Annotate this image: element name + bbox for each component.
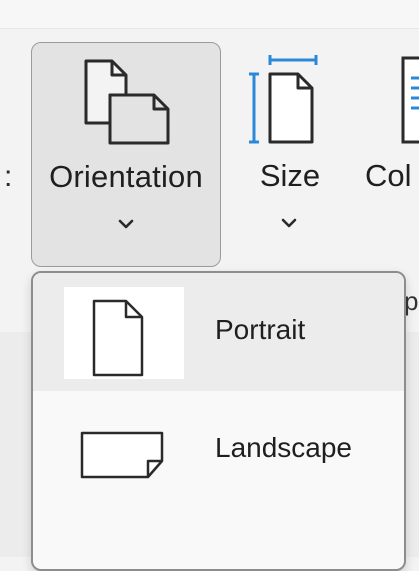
- window-top-strip: [0, 0, 419, 29]
- chevron-down-icon: [276, 210, 302, 236]
- orientation-button[interactable]: Orientation: [31, 42, 221, 267]
- menu-item-label: Landscape: [215, 432, 353, 463]
- columns-label: Col: [365, 158, 412, 193]
- menu-item-landscape[interactable]: Landscape: [33, 391, 404, 509]
- columns-icon: [401, 56, 419, 146]
- orientation-icon: [82, 55, 174, 147]
- chevron-down-icon: [113, 211, 139, 237]
- ribbon-group-label-cut: p: [404, 286, 419, 316]
- portrait-page-icon: [64, 287, 184, 379]
- size-label: Size: [259, 158, 321, 193]
- size-button[interactable]: Size: [238, 42, 342, 267]
- columns-button[interactable]: Col: [365, 42, 419, 267]
- previous-button-label-cut: :: [4, 160, 13, 193]
- orientation-dropdown-menu: Portrait Landscape: [31, 271, 406, 571]
- orientation-label: Orientation: [49, 159, 203, 194]
- page-size-icon: [248, 54, 318, 146]
- menu-item-portrait[interactable]: Portrait: [33, 273, 404, 391]
- menu-item-label: Portrait: [215, 314, 306, 345]
- landscape-page-icon: [64, 405, 184, 497]
